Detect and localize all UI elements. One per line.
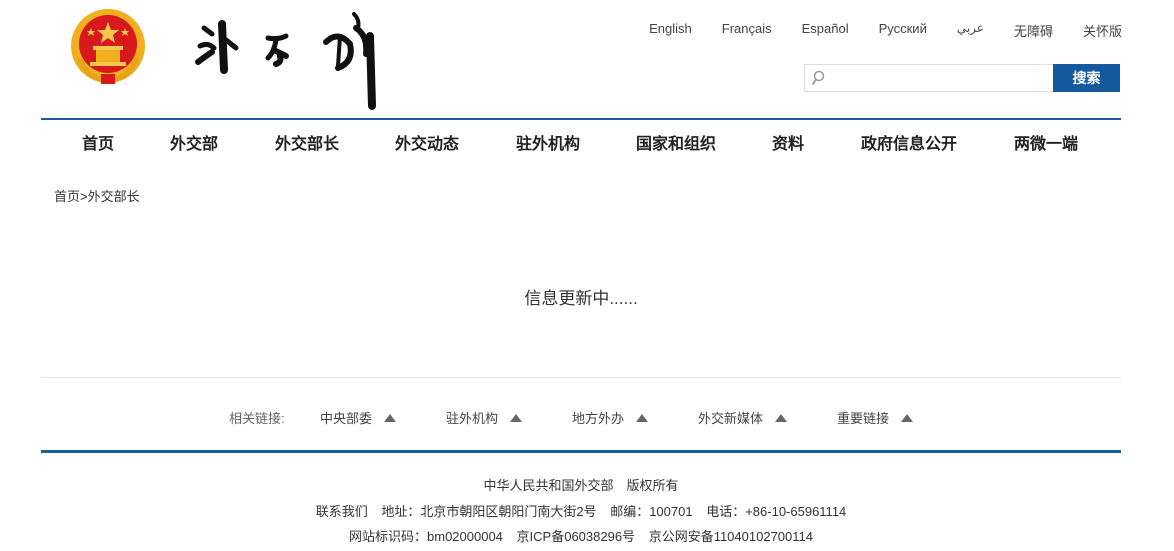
nav-item-home[interactable]: 首页 — [82, 130, 114, 154]
lang-arabic[interactable]: عربي — [957, 21, 984, 40]
national-emblem-icon — [69, 8, 147, 88]
related-new-media[interactable]: 外交新媒体 — [698, 408, 788, 427]
breadcrumb-home[interactable]: 首页 — [54, 189, 80, 204]
main-nav: 首页 外交部 外交部长 外交动态 驻外机构 国家和组织 资料 政府信息公开 两微… — [41, 130, 1121, 156]
footer-contact-row: 联系我们 地址：北京市朝阳区朝阳门南大街2号 邮编：100701 电话：+86-… — [0, 501, 1162, 520]
footer-records-row: 网站标识码：bm02000004 京ICP备06038296号 京公网安备110… — [0, 526, 1162, 545]
search-box — [804, 64, 1053, 92]
triangle-up-icon — [901, 413, 914, 422]
nav-item-ministry[interactable]: 外交部 — [170, 130, 218, 154]
ministry-calligraphy-logo[interactable] — [190, 6, 390, 110]
related-link-label: 重要链接 — [837, 411, 890, 426]
nav-item-minister[interactable]: 外交部长 — [275, 130, 339, 154]
contact-us-link[interactable]: 联系我们 — [316, 504, 368, 519]
lang-spanish[interactable]: Español — [802, 21, 849, 40]
related-local-foreign-affairs[interactable]: 地方外办 — [572, 408, 649, 427]
footer-copyright: 中华人民共和国外交部 版权所有 — [483, 478, 679, 493]
search-input[interactable] — [805, 65, 1053, 91]
nav-item-resources[interactable]: 资料 — [772, 130, 804, 154]
footer-divider — [41, 450, 1121, 453]
nav-item-countries-organizations[interactable]: 国家和组织 — [636, 130, 716, 154]
related-missions-abroad[interactable]: 驻外机构 — [446, 408, 523, 427]
related-links-label: 相关链接: — [229, 411, 285, 426]
triangle-up-icon — [510, 413, 523, 422]
search-bar: 搜索 — [804, 64, 1120, 92]
lang-french[interactable]: Français — [722, 21, 772, 40]
footer-phone: 电话：+86-10-65961114 — [706, 504, 847, 519]
lang-russian[interactable]: Русский — [879, 21, 927, 40]
nav-top-divider — [41, 118, 1121, 120]
nav-item-social-media-app[interactable]: 两微一端 — [1014, 130, 1078, 154]
related-important-links[interactable]: 重要链接 — [837, 408, 914, 427]
nav-item-gov-info-disclosure[interactable]: 政府信息公开 — [861, 130, 957, 154]
footer-icp-record[interactable]: 京ICP备06038296号 — [517, 529, 636, 544]
breadcrumb: 首页>外交部长 — [54, 186, 140, 205]
related-link-label: 中央部委 — [320, 411, 373, 426]
related-central-departments[interactable]: 中央部委 — [320, 408, 397, 427]
search-button[interactable]: 搜索 — [1053, 64, 1120, 92]
breadcrumb-current[interactable]: 外交部长 — [88, 189, 140, 204]
search-icon — [811, 70, 825, 86]
language-switcher: English Français Español Русский عربي 无障… — [649, 21, 1122, 40]
related-link-label: 驻外机构 — [446, 411, 499, 426]
accessibility-link[interactable]: 无障碍 — [1014, 21, 1053, 40]
content-divider — [41, 377, 1121, 378]
triangle-up-icon — [775, 413, 788, 422]
nav-item-missions-abroad[interactable]: 驻外机构 — [516, 130, 580, 154]
footer-site-id: 网站标识码：bm02000004 — [349, 529, 503, 544]
triangle-up-icon — [384, 413, 397, 422]
lang-english[interactable]: English — [649, 21, 692, 40]
footer-postcode: 邮编：100701 — [610, 504, 693, 519]
nav-item-diplomatic-news[interactable]: 外交动态 — [395, 130, 459, 154]
related-link-label: 地方外办 — [572, 411, 625, 426]
related-link-label: 外交新媒体 — [698, 411, 764, 426]
triangle-up-icon — [636, 413, 649, 422]
content-updating-notice: 信息更新中...... — [524, 289, 638, 308]
footer-address: 地址：北京市朝阳区朝阳门南大街2号 — [381, 504, 597, 519]
breadcrumb-separator: > — [80, 189, 88, 204]
elder-care-mode-link[interactable]: 关怀版 — [1083, 21, 1122, 40]
footer-public-security-record[interactable]: 京公网安备11040102700114 — [649, 529, 813, 544]
